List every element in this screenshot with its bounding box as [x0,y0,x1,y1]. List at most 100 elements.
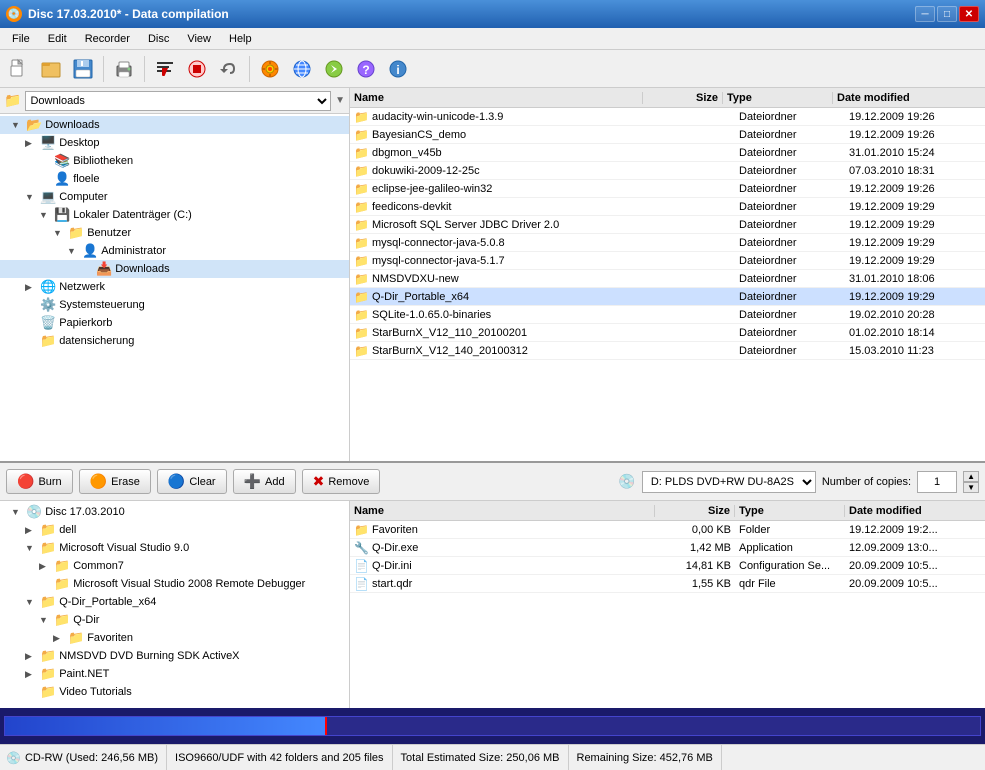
tree-item[interactable]: ▶📁dell [0,521,349,539]
tree-item[interactable]: ▶🌐Netzwerk [0,278,349,296]
tree-item[interactable]: ▶📁NMSDVD DVD Burning SDK ActiveX [0,647,349,665]
disc-col-date[interactable]: Date modified [845,505,985,517]
folder-icon: 📁 [68,225,84,241]
tree-item[interactable]: 📁Video Tutorials [0,683,349,701]
menu-help[interactable]: Help [221,31,260,47]
file-row[interactable]: 📁audacity-win-unicode-1.3.9Dateiordner19… [350,108,985,126]
col-type-header[interactable]: Type [723,92,833,104]
tree-label: Desktop [59,137,99,149]
tree-area: ▼📂Downloads▶🖥️Desktop📚Bibliotheken👤floel… [0,114,349,461]
save-button[interactable] [68,54,98,84]
file-row[interactable]: 📄start.qdr1,55 KBqdr File20.09.2009 10:5… [350,575,985,593]
app-icon: 💿 [6,6,22,22]
file-row[interactable]: 📁Favoriten0,00 KBFolder19.12.2009 19:2..… [350,521,985,539]
new-button[interactable] [4,54,34,84]
tree-item[interactable]: ▼📁Benutzer [0,224,349,242]
folder-icon: 📁 [4,92,21,109]
undo-button[interactable] [214,54,244,84]
cut-button[interactable] [150,54,180,84]
main-area: 📁 Downloads ▼ ▼📂Downloads▶🖥️Desktop📚Bibl… [0,88,985,708]
disc-col-name[interactable]: Name [350,505,655,517]
file-row[interactable]: 📁dokuwiki-2009-12-25cDateiordner07.03.20… [350,162,985,180]
tree-item[interactable]: ▼👤Administrator [0,242,349,260]
file-row[interactable]: 🔧Q-Dir.exe1,42 MBApplication12.09.2009 1… [350,539,985,557]
file-row[interactable]: 📁BayesianCS_demoDateiordner19.12.2009 19… [350,126,985,144]
menu-recorder[interactable]: Recorder [77,31,138,47]
status-bar: 💿 CD-RW (Used: 246,56 MB) ISO9660/UDF wi… [0,744,985,770]
col-date-header[interactable]: Date modified [833,92,973,104]
tree-item[interactable]: ▼📁Q-Dir_Portable_x64 [0,593,349,611]
copies-input[interactable] [917,471,957,493]
tree-label: Lokaler Datenträger (C:) [73,209,192,221]
path-dropdown[interactable]: Downloads [25,91,331,111]
tree-label: Common7 [73,560,124,572]
file-row[interactable]: 📁Microsoft SQL Server JDBC Driver 2.0Dat… [350,216,985,234]
erase-button[interactable]: 🟠 Erase [79,469,151,494]
tree-item[interactable]: 📥Downloads [0,260,349,278]
tree-item[interactable]: ▶🖥️Desktop [0,134,349,152]
col-name-header[interactable]: Name [350,92,643,104]
file-row[interactable]: 📁NMSDVDXU-newDateiordner31.01.2010 18:06 [350,270,985,288]
file-row[interactable]: 📁Q-Dir_Portable_x64Dateiordner19.12.2009… [350,288,985,306]
tree-item[interactable]: ▼📁Microsoft Visual Studio 9.0 [0,539,349,557]
file-row[interactable]: 📁StarBurnX_V12_140_20100312Dateiordner15… [350,342,985,360]
tree-item[interactable]: 📁datensicherung [0,332,349,350]
maximize-button[interactable]: □ [937,6,957,22]
tree-item[interactable]: ▶📁Favoriten [0,629,349,647]
internet-button[interactable] [287,54,317,84]
tree-item[interactable]: ▼💻Computer [0,188,349,206]
file-row[interactable]: 📁SQLite-1.0.65.0-binariesDateiordner19.0… [350,306,985,324]
tree-item[interactable]: 📚Bibliotheken [0,152,349,170]
copies-down[interactable]: ▼ [963,482,979,493]
print-button[interactable] [109,54,139,84]
file-row[interactable]: 📁StarBurnX_V12_110_20100201Dateiordner01… [350,324,985,342]
stop-button[interactable] [182,54,212,84]
menu-edit[interactable]: Edit [40,31,75,47]
file-row[interactable]: 📁mysql-connector-java-5.0.8Dateiordner19… [350,234,985,252]
tree-item[interactable]: ▼📂Downloads [0,116,349,134]
tree-item[interactable]: ▼💾Lokaler Datenträger (C:) [0,206,349,224]
top-section: 📁 Downloads ▼ ▼📂Downloads▶🖥️Desktop📚Bibl… [0,88,985,463]
info-button[interactable]: i [383,54,413,84]
folder-icon: 💾 [54,207,70,223]
tree-item[interactable]: 📁Microsoft Visual Studio 2008 Remote Deb… [0,575,349,593]
status-disc-text: CD-RW (Used: 246,56 MB) [25,752,158,764]
settings-button[interactable] [255,54,285,84]
folder-icon: 📁 [54,576,70,592]
file-row[interactable]: 📁eclipse-jee-galileo-win32Dateiordner19.… [350,180,985,198]
file-row[interactable]: 📁feedicons-devkitDateiordner19.12.2009 1… [350,198,985,216]
menu-view[interactable]: View [179,31,219,47]
tree-item[interactable]: ▶📁Common7 [0,557,349,575]
tree-item[interactable]: ⚙️Systemsteuerung [0,296,349,314]
remove-button[interactable]: ✖ Remove [302,469,381,494]
progress-marker [325,717,327,735]
disc-col-size[interactable]: Size [655,505,735,517]
folder-icon: 📥 [96,261,112,277]
add-button[interactable]: ➕ Add [233,469,296,494]
tree-item[interactable]: 🗑️Papierkorb [0,314,349,332]
right-panel: Name Size Type Date modified 📁audacity-w… [350,88,985,461]
tree-item[interactable]: ▼💿Disc 17.03.2010 [0,503,349,521]
separator-3 [249,56,250,82]
col-size-header[interactable]: Size [643,92,723,104]
tree-label: Papierkorb [59,317,112,329]
tree-item[interactable]: ▶📁Paint.NET [0,665,349,683]
progress-area: 250,06MB [0,708,985,744]
tree-item[interactable]: 👤floele [0,170,349,188]
clear-button[interactable]: 🔵 Clear [157,469,227,494]
menu-disc[interactable]: Disc [140,31,177,47]
menu-file[interactable]: File [4,31,38,47]
file-row[interactable]: 📁mysql-connector-java-5.1.7Dateiordner19… [350,252,985,270]
file-row[interactable]: 📁dbgmon_v45bDateiordner31.01.2010 15:24 [350,144,985,162]
copies-up[interactable]: ▲ [963,471,979,482]
minimize-button[interactable]: ─ [915,6,935,22]
file-row[interactable]: 📄Q-Dir.ini14,81 KBConfiguration Se...20.… [350,557,985,575]
burn-button[interactable]: 🔴 Burn [6,469,73,494]
drive-dropdown[interactable]: D: PLDS DVD+RW DU-8A2S [642,471,816,493]
open-button[interactable] [36,54,66,84]
help-button[interactable]: ? [351,54,381,84]
close-button[interactable]: ✕ [959,6,979,22]
tree-item[interactable]: ▼📁Q-Dir [0,611,349,629]
update-button[interactable] [319,54,349,84]
disc-col-type[interactable]: Type [735,505,845,517]
